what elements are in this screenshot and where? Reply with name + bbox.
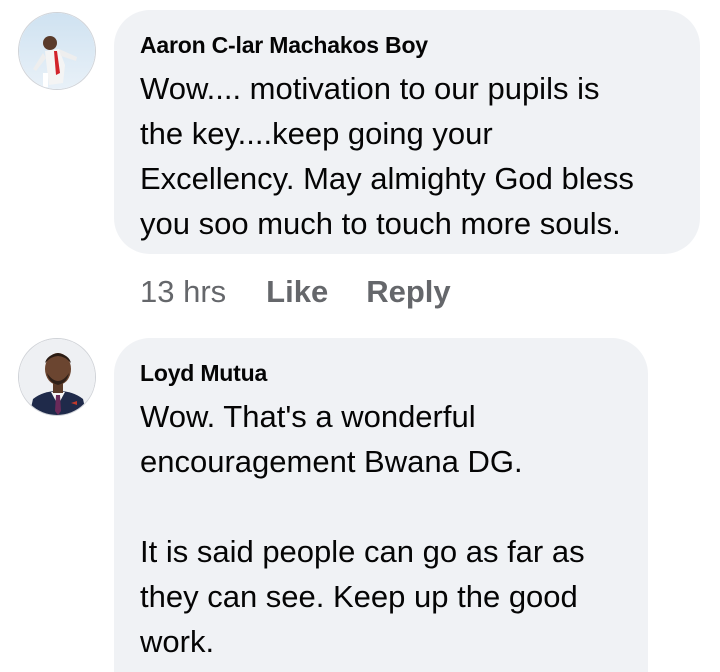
avatar-photo-icon: [19, 339, 95, 415]
comment-author[interactable]: Loyd Mutua: [140, 358, 622, 388]
comment-2: Loyd Mutua Wow. That's a wonderful encou…: [0, 0, 720, 672]
comment-bubble: Loyd Mutua Wow. That's a wonderful encou…: [114, 338, 648, 672]
avatar[interactable]: [18, 338, 96, 416]
comment-text: Wow. That's a wonderful encouragement Bw…: [140, 399, 585, 659]
